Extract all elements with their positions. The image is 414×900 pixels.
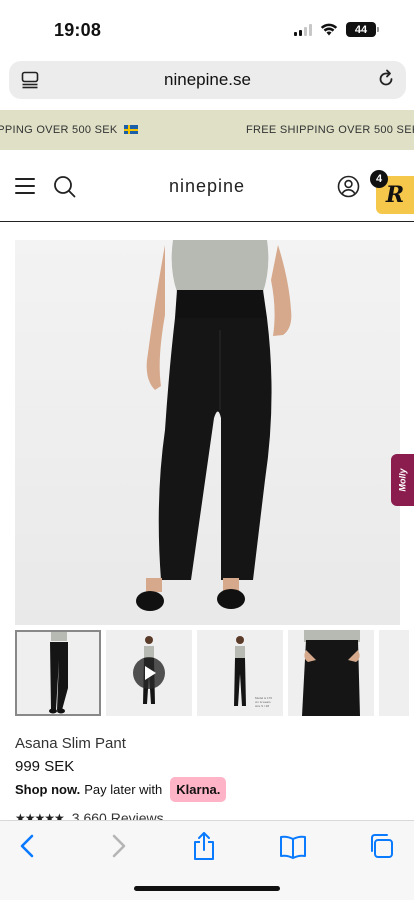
wifi-icon — [320, 23, 338, 36]
address-bar[interactable]: ninepine.se — [9, 61, 406, 99]
thumbnail-4[interactable] — [288, 630, 374, 716]
product-title: Asana Slim Pant — [15, 735, 126, 752]
site-header: ninepine R 4 — [0, 150, 414, 222]
thumbnail-strip: Model is 170 cm & wears size S / 28 — [15, 630, 409, 716]
product-main-image[interactable] — [15, 240, 400, 625]
sweden-flag-icon — [123, 125, 138, 134]
klarna-row: Shop now. Pay later with Klarna. — [15, 777, 227, 802]
account-icon[interactable] — [337, 175, 360, 198]
reload-icon[interactable] — [376, 69, 396, 89]
klarna-text: Pay later with — [84, 782, 163, 797]
promo-banner: SHIPPING OVER 500 SEK FREE SHIPPING OVER… — [0, 110, 414, 150]
home-indicator — [134, 886, 280, 891]
video-thumbnail[interactable] — [106, 630, 192, 716]
thumbnail-caption: Model is 170 cm & wears size S / 28 — [255, 696, 273, 708]
status-bar: 19:08 44 — [0, 0, 414, 58]
status-time: 19:08 — [54, 20, 102, 40]
cart-count-badge[interactable]: 4 — [370, 170, 388, 188]
thumbnail-3[interactable]: Model is 170 cm & wears size S / 28 — [197, 630, 283, 716]
url-text: ninepine.se — [164, 70, 251, 89]
battery-icon: 44 — [346, 22, 379, 37]
klarna-badge[interactable]: Klarna. — [170, 777, 227, 802]
forward-icon[interactable] — [110, 833, 128, 859]
share-icon[interactable] — [192, 831, 216, 861]
back-icon[interactable] — [18, 833, 36, 859]
molly-side-tab[interactable]: Molly — [391, 454, 414, 506]
molly-label: Molly — [397, 468, 408, 492]
play-icon[interactable] — [133, 657, 165, 689]
klarna-prefix: Shop now. — [15, 782, 81, 797]
page-menu-icon[interactable] — [21, 71, 39, 89]
status-icons: 44 — [294, 22, 379, 37]
bookmarks-icon[interactable] — [279, 835, 307, 859]
thumbnail-1[interactable] — [15, 630, 101, 716]
promo-text: FREE SHIPPING OVER 500 SEK — [246, 124, 414, 136]
thumbnail-5[interactable] — [379, 630, 409, 716]
tabs-icon[interactable] — [368, 833, 394, 859]
cellular-signal-icon — [294, 23, 312, 36]
promo-text: SHIPPING OVER 500 SEK — [0, 124, 138, 136]
model-photo — [15, 240, 400, 625]
product-price: 999 SEK — [15, 758, 75, 775]
